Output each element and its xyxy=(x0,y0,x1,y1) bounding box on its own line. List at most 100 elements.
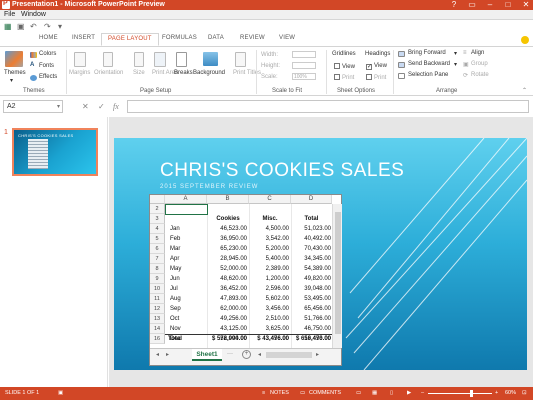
cookies-cell[interactable]: 48,620.00 xyxy=(207,274,247,284)
month-cell[interactable]: Jul xyxy=(170,284,206,294)
sheet-tab[interactable]: Sheet1 xyxy=(192,349,222,361)
total-cell[interactable]: 51,766.00 xyxy=(291,314,331,324)
menu-window[interactable]: Window xyxy=(21,11,46,18)
reading-view-icon[interactable]: ▯ xyxy=(390,390,393,396)
normal-view-icon[interactable]: ▭ xyxy=(356,390,361,396)
column-header-c[interactable]: C xyxy=(249,195,291,204)
hscroll-left-icon[interactable]: ◂ xyxy=(258,351,261,358)
zoom-slider[interactable] xyxy=(428,393,492,394)
background-button[interactable]: Background xyxy=(193,70,225,76)
misc-cell[interactable]: 5,602.00 xyxy=(249,294,289,304)
month-cell[interactable]: Apr xyxy=(170,254,206,264)
scroll-right-icon[interactable]: ▸ xyxy=(166,351,169,358)
orientation-button[interactable]: Orientation xyxy=(94,70,123,76)
zoom-in-icon[interactable]: + xyxy=(495,390,498,396)
row-header[interactable]: 10 xyxy=(150,284,165,294)
month-cell[interactable]: Aug xyxy=(170,294,206,304)
undo-icon[interactable]: ↶ xyxy=(30,22,37,31)
group-button[interactable]: Group xyxy=(471,61,488,67)
total-cookies[interactable]: $ 572,994.00 xyxy=(207,334,247,344)
width-dropdown[interactable] xyxy=(292,51,316,58)
slide-canvas[interactable]: CHRIS'S COOKIES SALES 2015 SEPTEMBER REV… xyxy=(114,138,527,370)
effects-button[interactable]: Effects xyxy=(39,74,57,80)
menu-file[interactable]: File xyxy=(4,11,15,18)
total-cell[interactable]: 54,389.00 xyxy=(291,264,331,274)
row-header[interactable]: 7 xyxy=(150,254,165,264)
misc-cell[interactable]: 4,500.00 xyxy=(249,224,289,234)
header-cookies[interactable]: Cookies xyxy=(207,214,249,224)
month-cell[interactable]: Oct xyxy=(170,314,206,324)
fit-slide-icon[interactable]: ⊡ xyxy=(522,390,527,396)
column-header-b[interactable]: B xyxy=(207,195,249,204)
fonts-button[interactable]: Fonts xyxy=(39,63,54,69)
comments-button[interactable]: COMMENTS xyxy=(309,390,341,396)
header-total[interactable]: Total xyxy=(291,214,332,224)
headings-view-checkbox[interactable]: View xyxy=(366,63,387,70)
enter-icon[interactable]: ✓ xyxy=(98,102,105,111)
cookies-cell[interactable]: 43,125.00 xyxy=(207,324,247,334)
misc-cell[interactable]: 3,625.00 xyxy=(249,324,289,334)
slideshow-icon[interactable]: ▶ xyxy=(407,390,411,396)
collapse-ribbon-icon[interactable]: ⌃ xyxy=(522,87,527,94)
rotate-button[interactable]: Rotate xyxy=(471,72,489,78)
month-cell[interactable]: May xyxy=(170,264,206,274)
tab-review[interactable]: REVIEW xyxy=(240,35,265,41)
slide-subtitle[interactable]: 2015 SEPTEMBER REVIEW xyxy=(160,184,258,190)
misc-cell[interactable]: 3,542.00 xyxy=(249,234,289,244)
minimize-button[interactable]: – xyxy=(486,1,494,9)
tab-view[interactable]: VIEW xyxy=(279,35,295,41)
row-header[interactable]: 14 xyxy=(150,324,165,334)
slide-thumbnail[interactable]: CHRIS'S COOKIES SALES xyxy=(12,128,98,176)
spelling-icon[interactable]: ▣ xyxy=(58,390,63,396)
ribbon-display-icon[interactable]: ▭ xyxy=(468,1,476,9)
tab-data[interactable]: DATA xyxy=(208,35,224,41)
gridlines-view-checkbox[interactable]: View xyxy=(334,63,355,70)
cookies-cell[interactable]: 36,452.00 xyxy=(207,284,247,294)
row-header[interactable]: 12 xyxy=(150,304,165,314)
slide-title[interactable]: CHRIS'S COOKIES SALES xyxy=(160,160,404,182)
zoom-slider-handle[interactable] xyxy=(470,390,473,397)
misc-cell[interactable]: 2,510.00 xyxy=(249,314,289,324)
month-cell[interactable]: Sep xyxy=(170,304,206,314)
cookies-cell[interactable]: 46,523.00 xyxy=(207,224,247,234)
row-header[interactable]: 9 xyxy=(150,274,165,284)
row-header[interactable]: 8 xyxy=(150,264,165,274)
gridlines-print-checkbox[interactable]: Print xyxy=(334,74,354,81)
horizontal-scrollbar[interactable] xyxy=(266,352,312,358)
row-header[interactable]: 3 xyxy=(150,214,165,224)
header-misc[interactable]: Misc. xyxy=(249,214,291,224)
total-label[interactable]: Total xyxy=(168,334,206,344)
row-header[interactable]: 4 xyxy=(150,224,165,234)
row-header[interactable]: 11 xyxy=(150,294,165,304)
total-cell[interactable]: 53,495.00 xyxy=(291,294,331,304)
column-header-a[interactable]: A xyxy=(165,195,207,204)
selected-cell-a2[interactable] xyxy=(165,204,208,215)
row-header[interactable]: 6 xyxy=(150,244,165,254)
colors-button[interactable]: Colors xyxy=(39,51,56,57)
hscroll-right-icon[interactable]: ▸ xyxy=(316,351,319,358)
row-header[interactable]: 2 xyxy=(150,204,165,214)
scale-input[interactable]: 100% xyxy=(292,73,316,80)
help-icon[interactable]: ? xyxy=(450,1,458,9)
scroll-left-icon[interactable]: ◂ xyxy=(156,351,159,358)
save-icon[interactable]: ▣ xyxy=(17,22,25,31)
month-cell[interactable]: Nov xyxy=(170,324,206,334)
cancel-icon[interactable]: ✕ xyxy=(82,102,89,111)
misc-cell[interactable]: 1,200.00 xyxy=(249,274,289,284)
month-cell[interactable]: Jan xyxy=(170,224,206,234)
total-cell[interactable]: 34,345.00 xyxy=(291,254,331,264)
row-header[interactable]: 16 xyxy=(150,334,165,344)
themes-icon[interactable] xyxy=(5,51,23,67)
themes-button[interactable]: Themes xyxy=(4,70,26,76)
select-all-corner[interactable] xyxy=(150,195,165,204)
total-misc[interactable]: $ 43,476.00 xyxy=(249,334,289,344)
zoom-out-icon[interactable]: – xyxy=(421,390,424,396)
misc-cell[interactable]: 3,456.00 xyxy=(249,304,289,314)
send-backward-button[interactable]: Send Backward xyxy=(408,61,450,67)
row-header[interactable]: 13 xyxy=(150,314,165,324)
headings-print-checkbox[interactable]: Print xyxy=(366,74,386,81)
insert-function-icon[interactable]: fx xyxy=(113,102,119,111)
name-box[interactable]: A2 ▾ xyxy=(3,100,63,113)
maximize-button[interactable]: □ xyxy=(504,1,512,9)
tab-insert[interactable]: INSERT xyxy=(72,35,95,41)
